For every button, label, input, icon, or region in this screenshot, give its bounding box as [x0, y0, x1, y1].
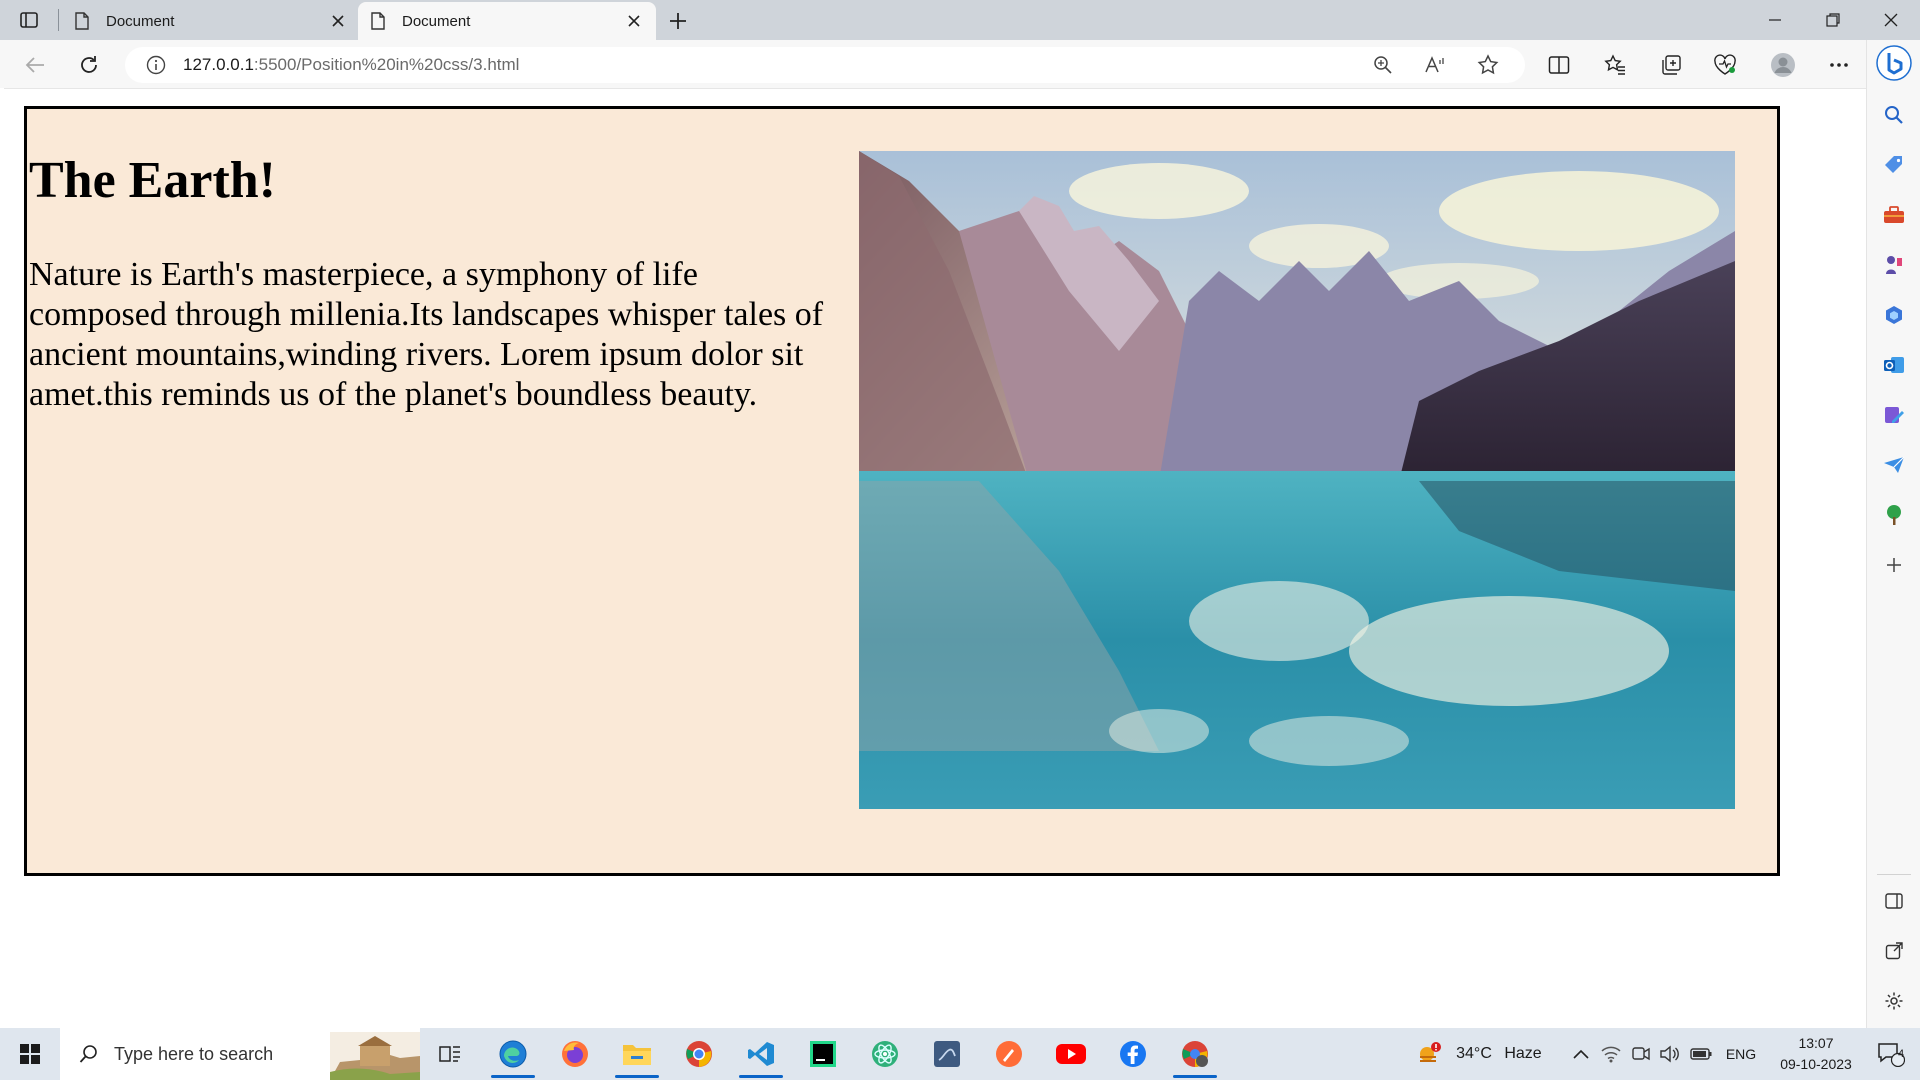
designer-icon[interactable] [1879, 400, 1909, 430]
page-viewport: The Earth! Nature is Earth's masterpiece… [4, 88, 1866, 1028]
bing-copilot-icon[interactable] [1875, 44, 1913, 82]
clock[interactable]: 13:07 09-10-2023 [1774, 1033, 1858, 1075]
read-aloud-icon[interactable] [1420, 50, 1450, 80]
edge-app-icon[interactable] [485, 1032, 541, 1078]
notification-center-icon[interactable]: 4 [1866, 1028, 1916, 1080]
weather-condition[interactable]: Haze [1502, 1028, 1544, 1080]
url-text[interactable]: 127.0.0.1:5500/Position%20in%20css/3.htm… [183, 55, 519, 75]
facebook-icon[interactable] [1105, 1032, 1161, 1076]
meet-now-icon[interactable] [1628, 1028, 1654, 1080]
clock-time: 13:07 [1798, 1035, 1834, 1051]
info-icon[interactable] [145, 54, 167, 76]
send-icon[interactable] [1879, 450, 1909, 480]
youtube-icon[interactable] [1043, 1032, 1099, 1076]
minimize-button[interactable] [1746, 0, 1804, 40]
microsoft-365-icon[interactable] [1879, 300, 1909, 330]
zoom-icon[interactable] [1368, 50, 1398, 80]
tree-icon[interactable] [1879, 500, 1909, 530]
profile-avatar-icon[interactable] [1768, 50, 1798, 80]
url-host: 127.0.0.1 [183, 55, 254, 74]
search-icon [76, 1041, 102, 1067]
chevron-up-icon[interactable] [1568, 1028, 1594, 1080]
browser-essentials-icon[interactable] [1710, 50, 1740, 80]
settings-gear-icon[interactable] [1879, 986, 1909, 1016]
task-view-icon[interactable] [422, 1032, 478, 1076]
start-button[interactable] [0, 1028, 60, 1080]
address-bar[interactable]: 127.0.0.1:5500/Position%20in%20css/3.htm… [125, 47, 1525, 83]
search-highlight-image [330, 1032, 420, 1080]
tools-briefcase-icon[interactable] [1879, 200, 1909, 230]
close-tab-icon[interactable] [328, 11, 348, 31]
tab-strip: Document Document [0, 0, 1920, 40]
tab-title: Document [402, 12, 471, 30]
battery-icon[interactable] [1686, 1028, 1716, 1080]
document-icon [370, 11, 390, 31]
new-tab-button[interactable] [664, 7, 692, 35]
refresh-button[interactable] [74, 50, 104, 80]
pycharm-icon[interactable] [795, 1032, 851, 1076]
close-window-button[interactable] [1862, 0, 1920, 40]
hide-sidebar-icon[interactable] [1879, 886, 1909, 916]
mountain-lake-image [859, 151, 1735, 809]
vscode-icon[interactable] [733, 1032, 789, 1078]
close-tab-icon[interactable] [624, 11, 644, 31]
collections-icon[interactable] [1656, 50, 1686, 80]
language-indicator[interactable]: ENG [1722, 1028, 1760, 1080]
tab-title: Document [106, 12, 175, 30]
mysql-workbench-icon[interactable] [919, 1032, 975, 1076]
taskbar-search-box[interactable]: Type here to search [60, 1028, 420, 1080]
url-path: :5500/Position%20in%20css/3.html [253, 55, 520, 74]
search-placeholder: Type here to search [114, 1043, 274, 1064]
notification-count: 4 [1897, 1048, 1905, 1060]
postman-icon[interactable] [981, 1032, 1037, 1076]
firefox-icon[interactable] [547, 1032, 603, 1076]
browser-toolbar: 127.0.0.1:5500/Position%20in%20css/3.htm… [0, 40, 1920, 88]
sidebar-separator [1877, 874, 1911, 875]
tab-separator [58, 9, 59, 31]
document-icon [74, 11, 94, 31]
tab-document-1[interactable]: Document [62, 2, 360, 40]
search-icon[interactable] [1879, 100, 1909, 130]
chrome-profile-icon[interactable] [1167, 1032, 1223, 1078]
add-sidebar-app-icon[interactable] [1879, 550, 1909, 580]
atom-icon[interactable] [857, 1032, 913, 1076]
windows-taskbar: Type here to search 34°C Haze ENG 13:07 … [0, 1028, 1920, 1080]
open-external-icon[interactable] [1879, 936, 1909, 966]
restore-button[interactable] [1804, 0, 1862, 40]
clock-date: 09-10-2023 [1780, 1056, 1852, 1072]
favorite-star-icon[interactable] [1473, 50, 1503, 80]
volume-icon[interactable] [1656, 1028, 1682, 1080]
edge-sidebar [1866, 40, 1920, 1028]
favorites-icon[interactable] [1600, 50, 1630, 80]
back-button[interactable] [20, 50, 50, 80]
weather-temperature[interactable]: 34°C [1450, 1028, 1498, 1080]
page-title: The Earth! [29, 152, 276, 209]
wifi-icon[interactable] [1598, 1028, 1624, 1080]
chrome-icon[interactable] [671, 1032, 727, 1076]
outlook-icon[interactable] [1879, 350, 1909, 380]
page-paragraph: Nature is Earth's masterpiece, a symphon… [29, 256, 824, 413]
content-container: The Earth! Nature is Earth's masterpiece… [24, 106, 1780, 876]
weather-icon[interactable] [1414, 1028, 1444, 1080]
more-options-icon[interactable] [1824, 50, 1854, 80]
file-explorer-icon[interactable] [609, 1032, 665, 1078]
shopping-tag-icon[interactable] [1879, 150, 1909, 180]
tab-actions-icon[interactable] [14, 8, 44, 32]
split-screen-icon[interactable] [1544, 50, 1574, 80]
tab-document-2[interactable]: Document [358, 2, 656, 40]
games-icon[interactable] [1879, 250, 1909, 280]
